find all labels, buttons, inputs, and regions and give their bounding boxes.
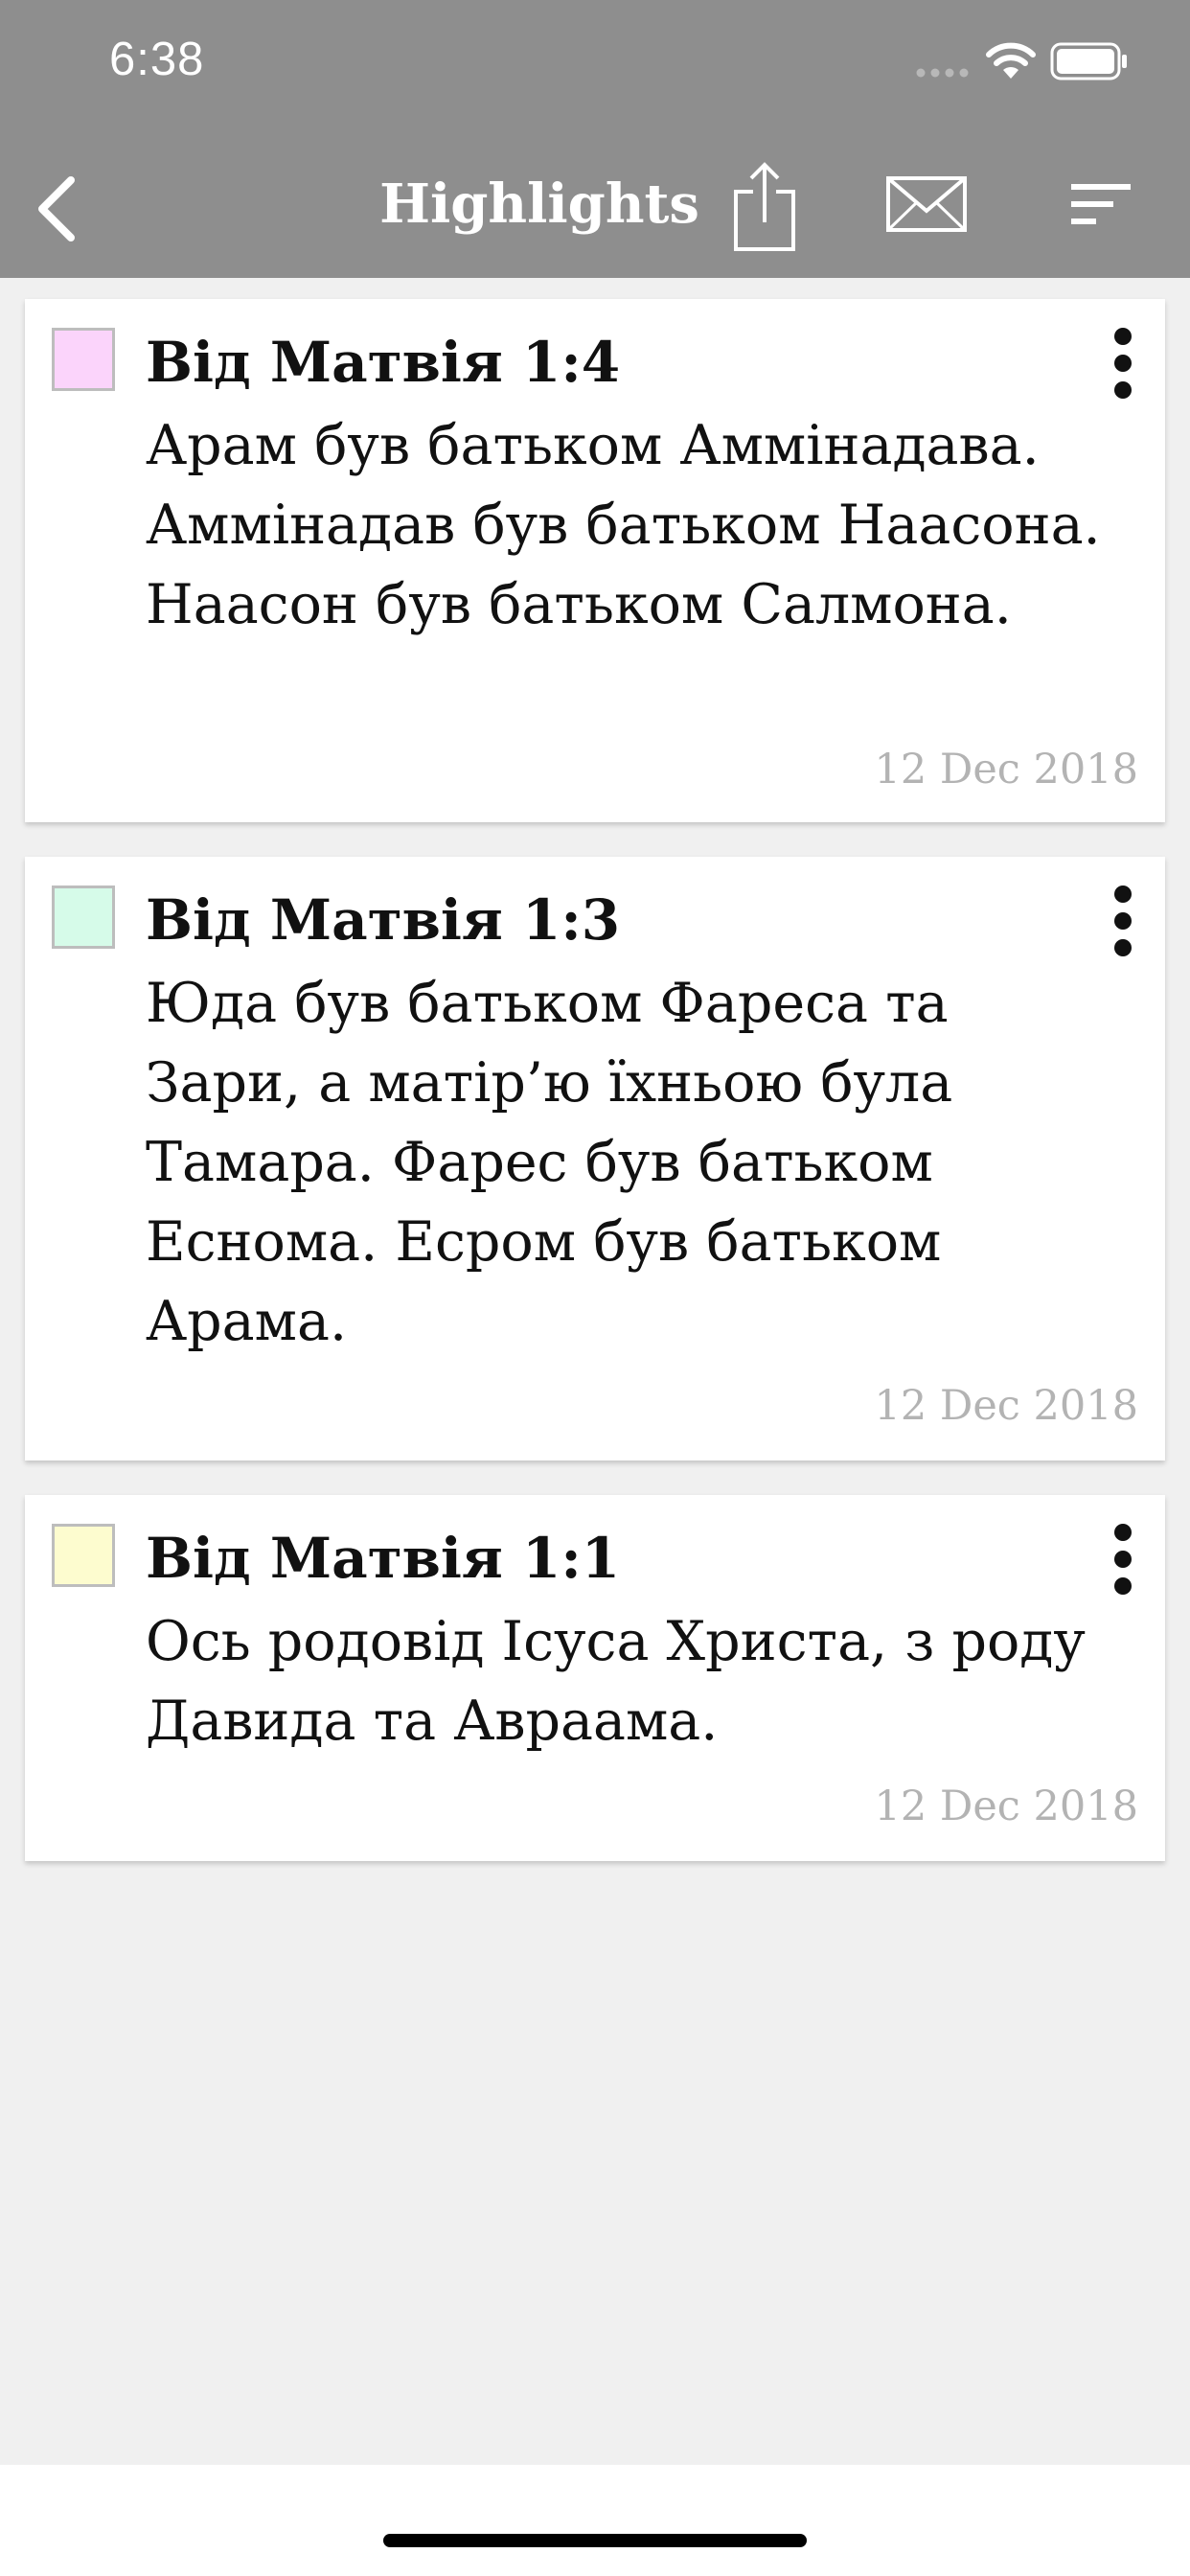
- verse-text: Арам був батьком Аммінадава. Аммінадав б…: [146, 414, 1101, 636]
- sort-button[interactable]: [1067, 178, 1134, 232]
- more-options-icon-dot: [1114, 1577, 1132, 1595]
- verse-text: Юда був батьком Фареса та Зари, а матір’…: [146, 972, 953, 1353]
- battery-icon: [1050, 42, 1127, 80]
- chevron-left-icon: [38, 176, 75, 242]
- mail-button[interactable]: [885, 172, 968, 236]
- home-indicator[interactable]: [383, 2534, 807, 2547]
- highlight-color-swatch: [52, 1524, 115, 1587]
- verse-reference: Від Матвія 1:3: [146, 887, 621, 953]
- highlight-card[interactable]: Від Матвія 1:3 Юда був батьком Фареса та…: [25, 857, 1165, 1460]
- more-options-icon: [1114, 1524, 1132, 1541]
- highlight-date: 12 Dec 2018: [874, 1782, 1139, 1830]
- verse-reference: Від Матвія 1:1: [146, 1526, 621, 1591]
- highlight-date: 12 Dec 2018: [874, 746, 1139, 794]
- highlight-card[interactable]: Від Матвія 1:1 Ось родовід Ісуса Христа,…: [25, 1495, 1165, 1861]
- more-options-icon-dot: [1114, 939, 1132, 956]
- more-options-button[interactable]: [1110, 886, 1138, 956]
- verse-reference: Від Матвія 1:4: [146, 330, 621, 395]
- more-options-icon: [1114, 328, 1132, 345]
- more-options-icon: [1114, 886, 1132, 903]
- mail-icon: [886, 176, 967, 232]
- highlight-date: 12 Dec 2018: [874, 1382, 1139, 1430]
- more-options-icon-dot: [1114, 355, 1132, 372]
- highlight-card[interactable]: Від Матвія 1:4 Арам був батьком Аммінада…: [25, 299, 1165, 822]
- share-icon: [734, 162, 795, 251]
- sort-icon: [1071, 184, 1131, 224]
- more-options-icon-dot: [1114, 912, 1132, 930]
- more-options-button[interactable]: [1110, 328, 1138, 399]
- verse-text: Ось родовід Ісуса Христа, з роду Давида …: [146, 1610, 1086, 1753]
- bottom-safe-area: [0, 2465, 1190, 2576]
- page-title: Highlights: [379, 172, 699, 236]
- more-options-icon-dot: [1114, 1551, 1132, 1568]
- back-button[interactable]: [21, 171, 90, 247]
- navigation-header: 6:38 Highlights: [0, 0, 1190, 278]
- highlight-color-swatch: [52, 328, 115, 391]
- status-time: 6:38: [109, 34, 205, 85]
- wifi-icon: [986, 42, 1036, 79]
- more-options-button[interactable]: [1110, 1524, 1138, 1595]
- share-button[interactable]: [730, 159, 799, 253]
- highlight-color-swatch: [52, 886, 115, 949]
- cellular-signal-icon: [916, 68, 969, 78]
- more-options-icon-dot: [1114, 381, 1132, 399]
